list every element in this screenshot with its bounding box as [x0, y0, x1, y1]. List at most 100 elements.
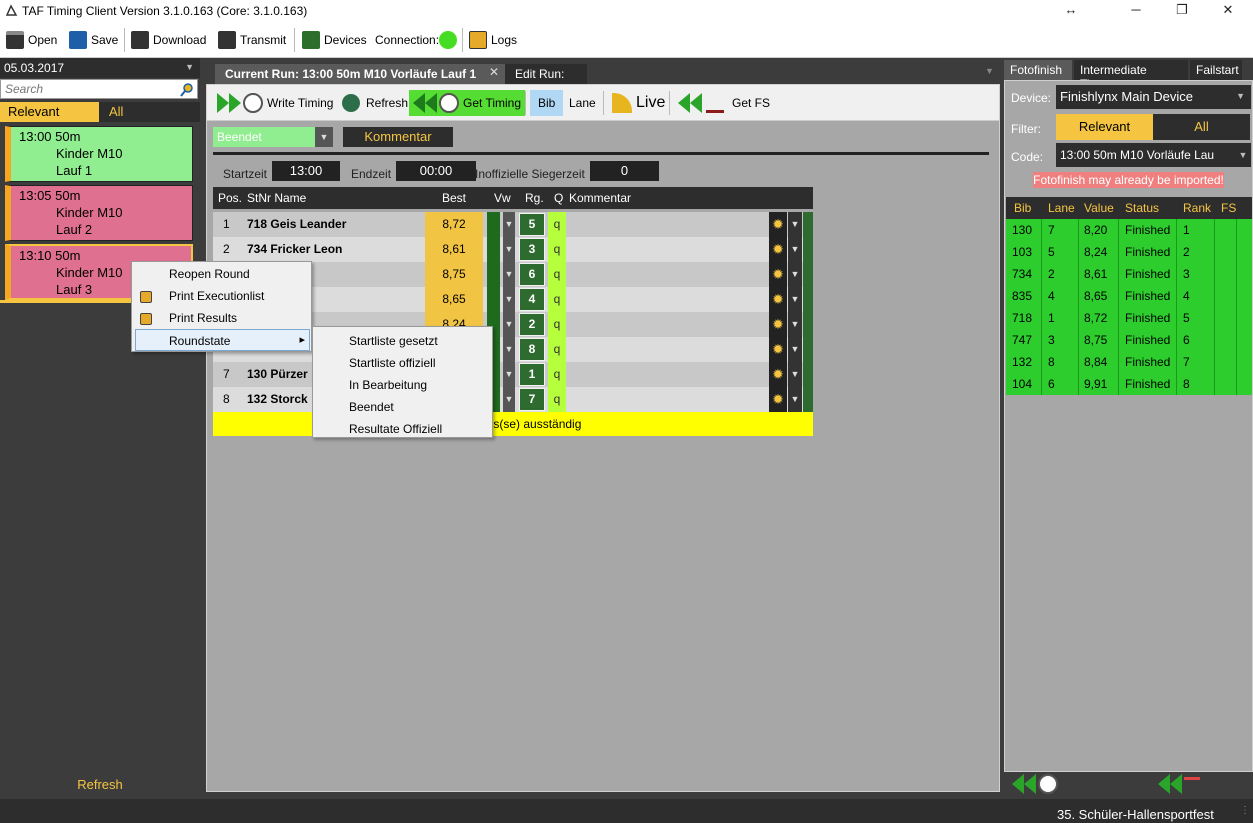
row-vw[interactable] [487, 237, 500, 262]
row-q[interactable]: q [548, 237, 566, 262]
run-card[interactable]: 13:05 50m Kinder M10 Lauf 2 [5, 185, 193, 241]
gear-icon[interactable]: ✹ [769, 362, 787, 387]
table-row[interactable]: 8 132 Storck ▼ 7 q ✹ ▼ [213, 387, 813, 412]
chevron-down-icon[interactable]: ▼ [503, 287, 515, 312]
table-row[interactable]: 2 734 Fricker Leon 8,61 ▼ 3 q ✹ ▼ [213, 237, 813, 262]
round-status-dropdown[interactable]: Beendet ▼ [213, 127, 333, 147]
fotofinish-filter-all[interactable]: All [1153, 114, 1250, 140]
chevron-down-icon[interactable]: ▼ [788, 387, 802, 412]
refresh-button[interactable]: Refresh [338, 92, 412, 114]
submenu-item-startliste-gesetzt[interactable]: Startliste gesetzt [349, 334, 438, 348]
tab-edit-run[interactable]: Edit Run: [505, 64, 587, 84]
chevron-down-icon[interactable]: ▼ [503, 387, 515, 412]
live-button[interactable]: Live [608, 92, 669, 114]
row-q[interactable]: q [548, 212, 566, 237]
gear-icon[interactable]: ✹ [769, 387, 787, 412]
tab-current-run[interactable]: Current Run: 13:00 50m M10 Vorläufe Lauf… [215, 64, 508, 84]
open-button[interactable]: Open [6, 30, 57, 50]
date-selector[interactable]: 05.03.2017 ▼ [0, 58, 200, 78]
startzeit-field[interactable]: 13:00 [272, 161, 340, 181]
row-q[interactable]: q [548, 287, 566, 312]
menu-item-print-results[interactable]: Print Results [169, 311, 237, 325]
chevron-down-icon[interactable]: ▼ [503, 337, 515, 362]
fotofinish-get-fs-button[interactable] [1158, 774, 1200, 794]
refresh-list-button[interactable]: Refresh [0, 777, 200, 797]
gear-icon[interactable]: ✹ [769, 262, 787, 287]
chevron-down-icon[interactable]: ▼ [788, 312, 802, 337]
row-vw[interactable] [487, 262, 500, 287]
row-q[interactable]: q [548, 387, 566, 412]
chevron-down-icon[interactable]: ▼ [788, 237, 802, 262]
table-row[interactable]: 7 130 Pürzer ▼ 1 q ✹ ▼ [213, 362, 813, 387]
fotofinish-row[interactable]: 747 3 8,75 Finished 6 [1006, 329, 1252, 351]
resize-icon[interactable]: ↔ [1048, 0, 1094, 22]
write-timing-button[interactable]: Write Timing [213, 92, 337, 114]
chevron-down-icon[interactable]: ▼ [788, 212, 802, 237]
row-q[interactable]: q [548, 262, 566, 287]
menu-item-roundstate[interactable]: Roundstate ▸ [135, 329, 310, 351]
logs-button[interactable]: Logs [469, 30, 517, 50]
chevron-down-icon[interactable]: ▼ [503, 212, 515, 237]
filter-relevant-button[interactable]: Relevant [0, 102, 99, 122]
save-button[interactable]: Save [69, 30, 118, 50]
chevron-down-icon[interactable]: ▼ [503, 362, 515, 387]
close-tab-icon[interactable]: ✕ [489, 65, 499, 79]
row-q[interactable]: q [548, 312, 566, 337]
gear-icon[interactable]: ✹ [769, 287, 787, 312]
chevron-down-icon[interactable]: ▼ [503, 262, 515, 287]
gear-icon[interactable]: ✹ [769, 312, 787, 337]
submenu-item-beendet[interactable]: Beendet [349, 400, 394, 414]
tab-failstart[interactable]: Failstart [1190, 60, 1242, 80]
submenu-item-resultate-offiziell[interactable]: Resultate Offiziell [349, 422, 442, 436]
table-row[interactable]: 1 718 Geis Leander 8,72 ▼ 5 q ✹ ▼ [213, 212, 813, 237]
endzeit-field[interactable]: 00:00 [396, 161, 476, 181]
search-input[interactable] [0, 79, 198, 99]
submenu-item-startliste-offiziell[interactable]: Startliste offiziell [349, 356, 435, 370]
chevron-down-icon[interactable]: ▼ [985, 66, 994, 76]
minimize-button[interactable]: ─ [1113, 0, 1159, 22]
menu-item-reopen-round[interactable]: Reopen Round [169, 267, 250, 281]
fotofinish-row[interactable]: 734 2 8,61 Finished 3 [1006, 263, 1252, 285]
gear-icon[interactable]: ✹ [769, 237, 787, 262]
chevron-down-icon[interactable]: ▼ [503, 312, 515, 337]
siegerzeit-field[interactable]: 0 [590, 161, 659, 181]
kommentar-button[interactable]: Kommentar [343, 127, 453, 147]
close-window-button[interactable]: ✕ [1205, 0, 1251, 22]
row-vw[interactable] [487, 287, 500, 312]
tab-intermediate-times[interactable]: Intermediate Times [1074, 60, 1188, 91]
fotofinish-row[interactable]: 835 4 8,65 Finished 4 [1006, 285, 1252, 307]
gear-icon[interactable]: ✹ [769, 212, 787, 237]
tab-fotofinish[interactable]: Fotofinish [1004, 60, 1072, 80]
device-dropdown[interactable]: Finishlynx Main Device ▼ [1056, 85, 1251, 109]
chevron-down-icon[interactable]: ▼ [788, 287, 802, 312]
chevron-down-icon[interactable]: ▼ [788, 362, 802, 387]
chevron-down-icon[interactable]: ▼ [788, 337, 802, 362]
menu-item-print-executionlist[interactable]: Print Executionlist [169, 289, 264, 303]
download-button[interactable]: Download [131, 30, 206, 50]
fotofinish-row[interactable]: 132 8 8,84 Finished 7 [1006, 351, 1252, 373]
maximize-button[interactable]: ❐ [1159, 0, 1205, 22]
fotofinish-row[interactable]: 718 1 8,72 Finished 5 [1006, 307, 1252, 329]
fotofinish-row[interactable]: 130 7 8,20 Finished 1 [1006, 219, 1252, 241]
run-card[interactable]: 13:00 50m Kinder M10 Lauf 1 [5, 126, 193, 182]
get-timing-button[interactable]: Get Timing [409, 90, 526, 116]
code-dropdown[interactable]: 13:00 50m M10 Vorläufe Lau ▼ [1056, 143, 1251, 167]
get-fs-button[interactable]: Get FS [674, 92, 774, 114]
row-q[interactable]: q [548, 337, 566, 362]
bib-toggle[interactable]: Bib [530, 90, 564, 116]
search-icon[interactable] [180, 83, 193, 97]
fotofinish-get-timing-button[interactable] [1012, 774, 1062, 794]
filter-all-button[interactable]: All [99, 102, 200, 122]
chevron-down-icon[interactable]: ▼ [503, 237, 515, 262]
fotofinish-filter-relevant[interactable]: Relevant [1056, 114, 1153, 140]
row-vw[interactable] [487, 212, 500, 237]
row-q[interactable]: q [548, 362, 566, 387]
chevron-down-icon[interactable]: ▼ [788, 262, 802, 287]
lane-toggle[interactable]: Lane [565, 92, 600, 114]
fotofinish-row[interactable]: 104 6 9,91 Finished 8 [1006, 373, 1252, 395]
transmit-button[interactable]: Transmit [218, 30, 286, 50]
submenu-item-in-bearbeitung[interactable]: In Bearbeitung [349, 378, 427, 392]
devices-button[interactable]: Devices [302, 30, 367, 50]
fotofinish-row[interactable]: 103 5 8,24 Finished 2 [1006, 241, 1252, 263]
gear-icon[interactable]: ✹ [769, 337, 787, 362]
